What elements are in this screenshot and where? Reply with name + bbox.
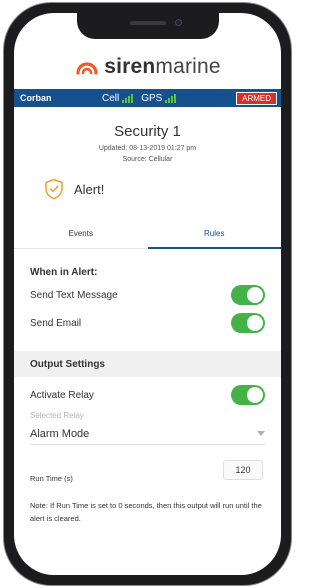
- cell-label: Cell: [102, 92, 120, 104]
- siren-logo-icon: [76, 62, 98, 75]
- gps-signal-bars-icon: [165, 93, 177, 103]
- cell-signal-bars-icon: [122, 93, 134, 103]
- tab-rules[interactable]: Rules: [147, 219, 282, 249]
- device-title: Security 1: [114, 123, 181, 140]
- send-text-row: Send Text Message: [30, 284, 265, 306]
- app-screen: sirenmarine Corban Cell GPS ARMED Securi…: [14, 13, 281, 575]
- tab-events[interactable]: Events: [14, 219, 148, 248]
- tab-bar: Events Rules: [14, 219, 281, 249]
- chevron-down-icon: [257, 430, 265, 436]
- send-email-toggle[interactable]: [231, 313, 265, 333]
- send-text-label: Send Text Message: [30, 289, 118, 301]
- shield-check-icon: [45, 178, 63, 200]
- brand-name-bold: siren: [104, 55, 156, 78]
- updated-timestamp: Updated: 08-13-2019 01:27 pm: [98, 145, 197, 152]
- data-source: Source: Cellular: [122, 156, 173, 163]
- when-in-alert-heading: When in Alert:: [30, 267, 98, 278]
- front-camera-icon: [174, 19, 182, 26]
- selected-relay-value: Alarm Mode: [30, 427, 90, 440]
- send-text-toggle[interactable]: [231, 285, 265, 305]
- activate-relay-toggle[interactable]: [231, 385, 265, 405]
- alert-label: Alert!: [74, 181, 105, 197]
- run-time-note: Note: If Run Time is set to 0 seconds, t…: [30, 501, 262, 523]
- notch: [76, 13, 219, 39]
- output-settings-heading: Output Settings: [14, 351, 281, 377]
- selected-relay-dropdown[interactable]: Alarm Mode: [30, 423, 265, 445]
- phone-frame: sirenmarine Corban Cell GPS ARMED Securi…: [3, 2, 292, 586]
- phone-screen: sirenmarine Corban Cell GPS ARMED Securi…: [14, 13, 281, 575]
- speaker-grille: [129, 21, 166, 25]
- brand-logo: sirenmarine: [14, 49, 281, 85]
- run-time-label: Run Time (s): [30, 474, 73, 483]
- vessel-status-bar: Corban Cell GPS ARMED: [14, 89, 281, 107]
- brand-name: sirenmarine: [104, 55, 221, 79]
- activate-relay-row: Activate Relay: [30, 384, 265, 406]
- run-time-input[interactable]: 120: [223, 460, 263, 480]
- vessel-name[interactable]: Corban: [20, 93, 82, 103]
- gps-label: GPS: [141, 92, 163, 104]
- selected-relay-label: Selected Relay: [30, 411, 84, 420]
- signal-indicators: Cell GPS: [102, 92, 177, 104]
- brand-name-light: marine: [155, 55, 221, 78]
- cell-signal: Cell: [102, 92, 134, 104]
- armed-badge[interactable]: ARMED: [236, 91, 277, 105]
- gps-signal: GPS: [141, 92, 177, 104]
- send-email-row: Send Email: [30, 312, 265, 334]
- activate-relay-label: Activate Relay: [30, 389, 94, 401]
- alert-status: Alert!: [44, 178, 104, 200]
- send-email-label: Send Email: [30, 317, 82, 329]
